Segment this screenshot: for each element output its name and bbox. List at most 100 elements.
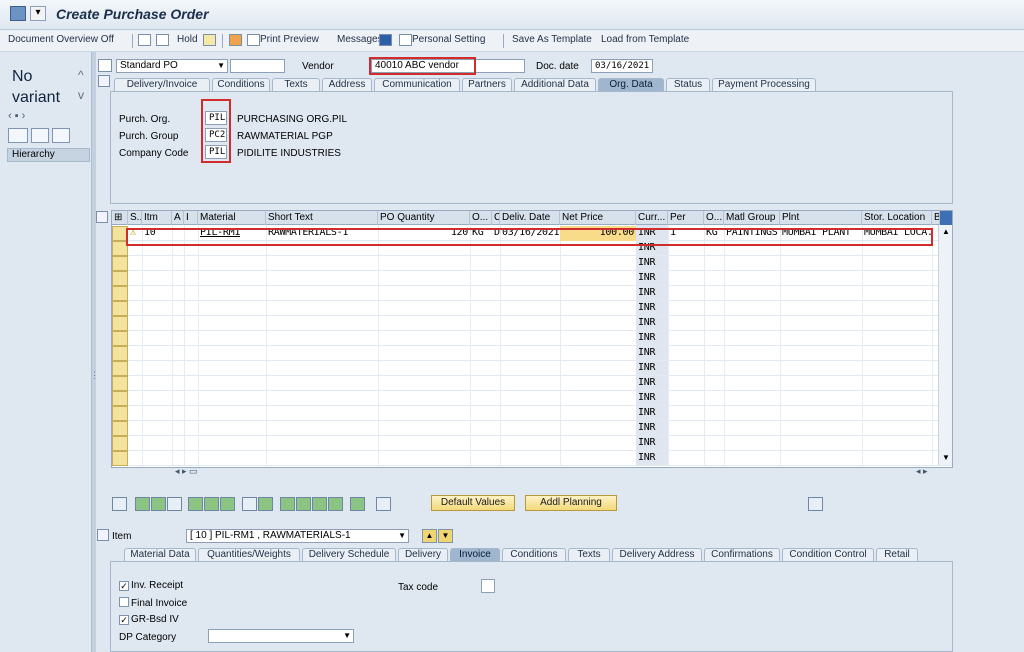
row-selector[interactable] <box>112 391 128 406</box>
table-row[interactable]: INR <box>112 436 952 451</box>
doc-date-input[interactable]: 03/16/2021 <box>591 59 653 73</box>
table-row[interactable]: INR <box>112 391 952 406</box>
row-selector[interactable] <box>112 331 128 346</box>
column-header[interactable]: C <box>492 211 500 225</box>
deselect-all-icon[interactable] <box>167 497 182 511</box>
services-icon[interactable] <box>229 34 242 46</box>
sort-ascending-icon[interactable] <box>280 497 295 511</box>
table-row[interactable]: INR <box>112 421 952 436</box>
per-cell[interactable]: 1 <box>668 226 704 241</box>
tab-additional-data[interactable]: Additional Data <box>514 78 596 92</box>
table-row[interactable]: INR <box>112 316 952 331</box>
tab-delivery-schedule[interactable]: Delivery Schedule <box>302 548 396 562</box>
column-header[interactable]: O... <box>704 211 724 225</box>
next-item-icon[interactable]: ▼ <box>438 529 453 543</box>
vendor-input[interactable]: 40010 ABC vendor <box>371 59 525 73</box>
row-selector[interactable] <box>112 316 128 331</box>
currency-cell[interactable]: INR <box>636 241 668 256</box>
column-header[interactable]: B <box>932 211 940 225</box>
copy-row-icon[interactable] <box>242 497 257 511</box>
row-selector[interactable] <box>112 256 128 271</box>
column-header[interactable]: Per <box>668 211 704 225</box>
row-selector[interactable] <box>112 406 128 421</box>
tab-delivery-address[interactable]: Delivery Address <box>612 548 702 562</box>
sap-menu-icon[interactable] <box>10 6 26 21</box>
load-from-template-button[interactable]: Load from Template <box>601 34 689 45</box>
lock-icon[interactable] <box>204 497 219 511</box>
currency-cell[interactable]: INR <box>636 421 668 436</box>
table-row[interactable]: INR <box>112 451 952 466</box>
currency-cell[interactable]: INR <box>636 286 668 301</box>
messages-button[interactable]: Messages <box>337 34 383 45</box>
default-values-button[interactable]: Default Values <box>431 495 515 511</box>
dropdown-icon[interactable]: ▾ <box>30 6 46 21</box>
table-row[interactable]: ⚠ 10 PIL-RM1 RAWMATERIALS-1 120 KG D 03/… <box>112 226 952 241</box>
horizontal-scroll-right-icon[interactable]: ◂ ▸ <box>916 466 928 477</box>
table-settings-icon[interactable] <box>940 211 952 225</box>
refresh-icon[interactable] <box>52 128 70 143</box>
purch-org-input[interactable]: PIL <box>205 111 227 125</box>
tab-confirmations[interactable]: Confirmations <box>704 548 780 562</box>
column-header[interactable]: Matl Group <box>724 211 780 225</box>
inv-receipt-checkbox[interactable]: ✓ Inv. Receipt <box>119 580 183 591</box>
currency-cell[interactable]: INR <box>636 361 668 376</box>
item-select[interactable]: [ 10 ] PIL-RM1 , RAWMATERIALS-1 ▼ <box>186 529 409 543</box>
tab-address[interactable]: Address <box>322 78 372 92</box>
new-document-icon[interactable] <box>138 34 151 46</box>
tab-partners[interactable]: Partners <box>462 78 512 92</box>
tax-code-input[interactable] <box>481 579 495 593</box>
short-text-cell[interactable]: RAWMATERIALS-1 <box>266 226 378 241</box>
tab-material-data[interactable]: Material Data <box>124 548 196 562</box>
filter-icon[interactable] <box>312 497 327 511</box>
horizontal-scroll-icon[interactable]: ◂ ▸ ▭ <box>175 466 198 477</box>
sum-icon[interactable] <box>328 497 343 511</box>
plant-cell[interactable]: MUMBAI PLANT <box>780 226 862 241</box>
company-code-input[interactable]: PIL <box>205 145 227 159</box>
currency-cell[interactable]: INR <box>636 346 668 361</box>
po-type-select[interactable]: Standard PO ▼ <box>116 59 228 73</box>
chevron-up-icon[interactable]: ^ <box>78 68 84 82</box>
currency-cell[interactable]: INR <box>636 436 668 451</box>
column-header[interactable]: PO Quantity <box>378 211 470 225</box>
vertical-scrollbar[interactable]: ▲ ▼ <box>938 225 952 465</box>
print-icon[interactable] <box>247 34 260 46</box>
category-cell[interactable]: D <box>492 226 500 241</box>
order-unit-cell[interactable]: KG <box>704 226 724 241</box>
material-cell[interactable]: PIL-RM1 <box>198 226 266 241</box>
expand-header-icon[interactable] <box>98 75 110 87</box>
final-invoice-checkbox[interactable]: Final Invoice <box>119 597 187 609</box>
scroll-down-icon[interactable]: ▼ <box>942 453 950 462</box>
currency-cell[interactable]: INR <box>636 316 668 331</box>
personal-setting-button[interactable]: Personal Setting <box>412 34 485 45</box>
unlock-icon[interactable] <box>220 497 235 511</box>
column-header[interactable]: Curr... <box>636 211 668 225</box>
tab-delivery[interactable]: Delivery <box>398 548 448 562</box>
row-selector[interactable] <box>112 226 128 241</box>
row-selector[interactable] <box>112 436 128 451</box>
document-overview-button[interactable]: Document Overview Off <box>8 34 114 45</box>
table-row[interactable]: INR <box>112 331 952 346</box>
add-row-icon[interactable] <box>135 497 150 511</box>
tab-retail[interactable]: Retail <box>876 548 918 562</box>
item-number[interactable]: 10 <box>142 226 172 241</box>
chevron-down-icon[interactable]: v <box>78 88 84 102</box>
currency-cell[interactable]: INR <box>636 376 668 391</box>
export-icon[interactable] <box>808 497 823 511</box>
row-selector[interactable] <box>112 421 128 436</box>
save-as-template-button[interactable]: Save As Template <box>512 34 592 45</box>
column-header[interactable]: A <box>172 211 184 225</box>
tree-icon[interactable] <box>8 128 28 143</box>
nav-arrows-icon[interactable]: ‹ ▪ › <box>8 110 25 122</box>
currency-cell[interactable]: INR <box>636 271 668 286</box>
table-row[interactable]: INR <box>112 361 952 376</box>
check-icon[interactable] <box>203 34 216 46</box>
hold-button[interactable]: Hold <box>177 34 198 45</box>
tab-payment-processing[interactable]: Payment Processing <box>712 78 816 92</box>
copy-icon[interactable] <box>31 128 49 143</box>
column-header[interactable]: I <box>184 211 198 225</box>
row-selector[interactable] <box>112 361 128 376</box>
currency-cell[interactable]: INR <box>636 406 668 421</box>
row-selector[interactable] <box>112 271 128 286</box>
sort-descending-icon[interactable] <box>296 497 311 511</box>
currency-cell[interactable]: INR <box>636 226 668 241</box>
